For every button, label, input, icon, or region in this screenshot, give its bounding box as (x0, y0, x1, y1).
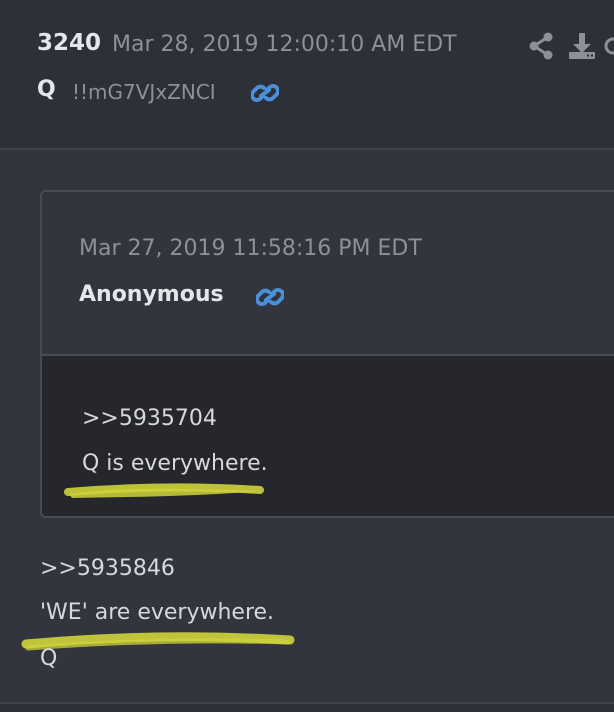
quoted-post-author: Anonymous (79, 282, 224, 307)
share-icon[interactable] (528, 32, 554, 60)
link-icon[interactable] (256, 284, 284, 310)
post-body: Mar 27, 2019 11:58:16 PM EDT Anonymous >… (0, 150, 614, 702)
tripcode: !!mG7VJxZNCI (72, 80, 216, 104)
quoted-post-text: Q is everywhere. (82, 451, 268, 476)
link-icon[interactable] (251, 80, 279, 106)
more-icon[interactable] (604, 32, 614, 60)
highlight-underline (21, 632, 295, 651)
quoted-post-header: Mar 27, 2019 11:58:16 PM EDT Anonymous (42, 192, 614, 354)
highlight-underline (64, 483, 264, 498)
quoted-post-card[interactable]: Mar 27, 2019 11:58:16 PM EDT Anonymous >… (40, 190, 614, 518)
quoted-post-reference-link[interactable]: >>5935704 (82, 406, 217, 431)
post-number[interactable]: 3240 (37, 30, 101, 56)
author-name: Q (37, 77, 56, 102)
post-date: Mar 28, 2019 12:00:10 AM EDT (112, 32, 457, 57)
reply-signature: Q (40, 646, 58, 671)
footer-strip (0, 704, 614, 712)
post-page: 3240 Mar 28, 2019 12:00:10 AM EDT Q !!mG… (0, 0, 614, 712)
reply-reference-link[interactable]: >>5935846 (40, 556, 175, 581)
reply-text: 'WE' are everywhere. (40, 600, 275, 625)
post-header: 3240 Mar 28, 2019 12:00:10 AM EDT Q !!mG… (0, 0, 614, 148)
quoted-post-date: Mar 27, 2019 11:58:16 PM EDT (79, 236, 422, 261)
download-icon[interactable] (568, 32, 596, 60)
quoted-post-content: >>5935704 Q is everywhere. (42, 356, 614, 516)
